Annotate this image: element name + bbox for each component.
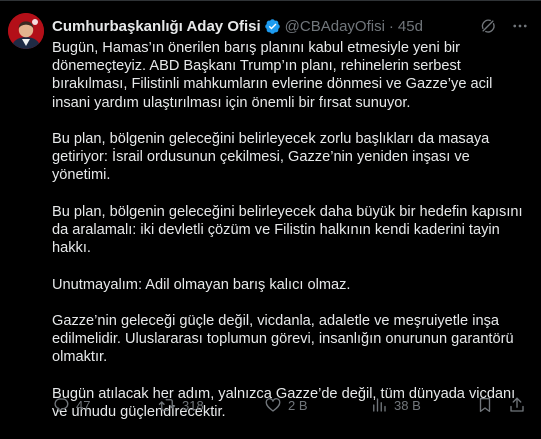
tweet-paragraph: Bu plan, bölgenin geleceğini belirleyece… bbox=[52, 131, 490, 184]
repost-icon bbox=[158, 399, 176, 411]
bookmark-button[interactable] bbox=[476, 395, 500, 415]
header-actions bbox=[479, 17, 529, 35]
tweet-paragraph: Unutmayalım: Adil olmayan barış kalıcı o… bbox=[52, 276, 351, 293]
like-icon bbox=[265, 398, 281, 412]
like-button[interactable]: 2 B bbox=[264, 395, 308, 415]
grok-icon[interactable] bbox=[479, 17, 497, 35]
user-handle[interactable]: @CBAdayOfisi bbox=[285, 18, 385, 35]
avatar[interactable] bbox=[8, 13, 44, 49]
more-icon[interactable] bbox=[511, 17, 529, 35]
repost-button[interactable]: 318 bbox=[158, 395, 204, 415]
views-count: 38 B bbox=[394, 397, 421, 413]
repost-count: 318 bbox=[182, 397, 204, 413]
tweet-text: Bugün, Hamas’ın önerilen barış planını k… bbox=[52, 39, 530, 439]
views-icon bbox=[373, 398, 386, 412]
separator-dot: · bbox=[388, 17, 394, 35]
tweet-paragraph: Gazze’nin geleceği güçle değil, vicdanla… bbox=[52, 312, 514, 366]
like-count: 2 B bbox=[288, 397, 308, 413]
bookmark-icon bbox=[479, 397, 491, 413]
tweet[interactable]: Cumhurbaşkanlığı Aday Ofisi @CBAdayOfisi… bbox=[0, 0, 541, 437]
reply-icon bbox=[54, 398, 69, 413]
verified-badge-icon bbox=[264, 18, 281, 35]
tweet-actions: 47 318 2 B 38 B bbox=[52, 395, 524, 415]
timestamp[interactable]: 45d bbox=[398, 18, 423, 35]
share-icon bbox=[510, 397, 524, 412]
tweet-header: Cumhurbaşkanlığı Aday Ofisi @CBAdayOfisi… bbox=[52, 15, 529, 37]
reply-count: 47 bbox=[76, 397, 91, 413]
share-button[interactable] bbox=[508, 395, 532, 415]
display-name[interactable]: Cumhurbaşkanlığı Aday Ofisi bbox=[52, 18, 261, 35]
tweet-paragraph: Bugün, Hamas’ın önerilen barış planını k… bbox=[52, 40, 493, 111]
tweet-paragraph: Bu plan, bölgenin geleceğini belirleyece… bbox=[52, 203, 523, 257]
reply-button[interactable]: 47 bbox=[52, 395, 90, 415]
avatar-portrait-icon bbox=[8, 13, 44, 49]
views-button[interactable]: 38 B bbox=[370, 395, 421, 415]
